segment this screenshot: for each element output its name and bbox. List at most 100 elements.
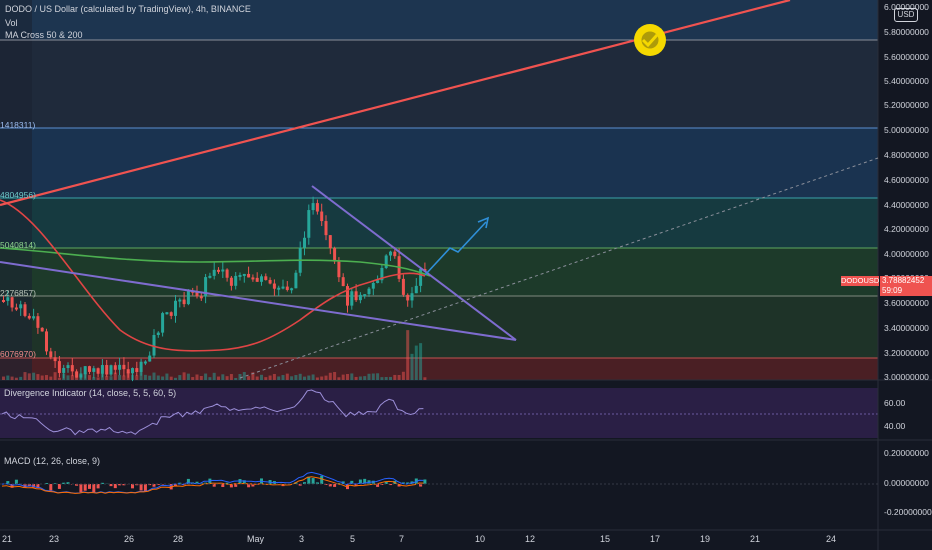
divergence-tick: 60.00 [884, 398, 906, 408]
candle-body [75, 371, 79, 378]
volume-bar [32, 372, 36, 380]
volume-bar [161, 376, 165, 380]
volume-bar [212, 372, 216, 380]
volume-bar [6, 375, 10, 380]
chart-canvas[interactable] [0, 0, 932, 550]
candle-body [113, 365, 117, 370]
candle-body [27, 315, 31, 319]
volume-bar [298, 373, 302, 380]
candle-body [229, 277, 233, 286]
volume-bar [354, 376, 358, 380]
candle-body [49, 351, 53, 358]
candle-body [251, 277, 255, 280]
volume-bar [174, 377, 177, 380]
volume-bar [10, 376, 14, 380]
candle-body [350, 291, 354, 306]
volume-bar [229, 374, 233, 380]
volume-label[interactable]: Vol [5, 18, 18, 28]
volume-bar [307, 375, 311, 380]
candle-body [238, 274, 242, 277]
volume-bar [45, 375, 48, 380]
volume-bar [208, 377, 212, 380]
volume-bar [66, 375, 70, 380]
macd-histogram-bar [131, 484, 134, 489]
macd-indicator-label[interactable]: MACD (12, 26, close, 9) [4, 456, 100, 466]
candle-body [148, 355, 152, 362]
volume-bar [260, 374, 263, 380]
time-tick: 17 [650, 534, 661, 544]
volume-bar [303, 376, 306, 380]
volume-bar [118, 375, 122, 380]
candle-body [410, 293, 414, 301]
candle-body [70, 365, 74, 372]
fib-label: 2276857) [0, 288, 36, 298]
volume-bar [320, 376, 324, 380]
volume-bar [264, 377, 268, 380]
volume-bar [410, 353, 414, 380]
volume-bar [419, 343, 423, 380]
candle-body [333, 248, 337, 262]
candle-body [242, 273, 246, 276]
candle-body [225, 269, 229, 278]
volume-bar [234, 377, 238, 380]
candle-body [221, 269, 225, 272]
candle-body [36, 316, 40, 328]
price-tick: 4.00000000 [884, 249, 929, 259]
volume-bar [143, 374, 147, 380]
candle-body [19, 304, 23, 309]
candle-body [212, 269, 216, 276]
volume-bar [414, 345, 418, 380]
volume-bar [268, 375, 272, 380]
time-tick: 5 [350, 534, 356, 544]
macd-histogram-bar [113, 484, 117, 489]
volume-bar [294, 375, 298, 380]
candle-body [62, 368, 66, 373]
volume-bar [367, 373, 371, 380]
candle-body [363, 294, 367, 297]
symbol-title[interactable]: DODO / US Dollar (calculated by TradingV… [5, 4, 251, 14]
volume-bar [423, 377, 427, 380]
candle-body [281, 286, 285, 289]
volume-bar [242, 372, 246, 380]
candle-body [324, 221, 328, 236]
candle-body [389, 251, 392, 256]
volume-bar [191, 377, 195, 380]
candle-body [45, 331, 48, 352]
macd-tick: -0.20000000 [884, 507, 932, 517]
price-tick: 3.20000000 [884, 348, 929, 358]
fib-label: 4804956) [0, 190, 36, 200]
volume-bar [393, 374, 397, 380]
divergence-tick: 40.00 [884, 421, 906, 431]
bar-countdown: 59:09 [882, 286, 903, 295]
macd-histogram-bar [96, 484, 100, 489]
ma-cross-label[interactable]: MA Cross 50 & 200 [5, 30, 83, 40]
divergence-indicator-label[interactable]: Divergence Indicator (14, close, 5, 5, 6… [4, 388, 176, 398]
candle-body [285, 286, 289, 290]
volume-bar [88, 375, 91, 380]
volume-bar [406, 330, 410, 380]
price-tick: 4.40000000 [884, 200, 929, 210]
macd-histogram-bar [311, 478, 315, 484]
candle-body [341, 277, 345, 287]
time-tick: 26 [124, 534, 135, 544]
candle-body [264, 276, 268, 280]
time-tick: 10 [475, 534, 486, 544]
volume-bar [333, 372, 337, 380]
macd-tick: 0.00000000 [884, 478, 929, 488]
candle-body [320, 211, 324, 222]
check-badge-icon [634, 24, 666, 56]
volume-bar [178, 375, 182, 380]
candle-body [79, 374, 83, 378]
volume-bar [109, 376, 113, 380]
candle-body [40, 327, 44, 332]
volume-bar [285, 373, 289, 380]
candle-body [294, 272, 298, 289]
volume-bar [204, 373, 208, 380]
volume-bar [135, 375, 139, 380]
fib-zones [0, 0, 878, 380]
macd-histogram-bar [79, 484, 83, 493]
candle-body [53, 357, 57, 362]
volume-bar [165, 373, 169, 380]
volume-bar [225, 376, 229, 380]
candle-body [139, 361, 143, 372]
